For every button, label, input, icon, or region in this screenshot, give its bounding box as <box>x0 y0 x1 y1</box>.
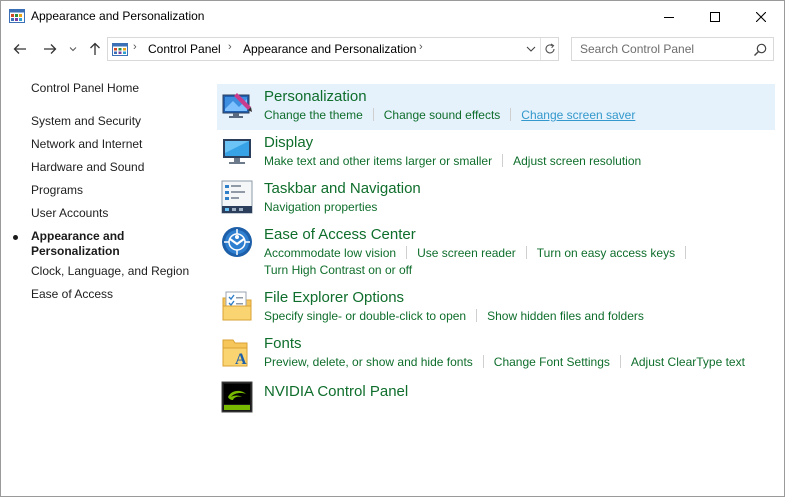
refresh-icon <box>545 43 555 54</box>
left-nav-network-internet[interactable]: Network and Internet <box>31 137 142 152</box>
chevron-down-icon <box>526 46 536 52</box>
category-personalization[interactable]: Personalization Change the theme Change s… <box>217 84 775 130</box>
search-box[interactable] <box>571 37 774 61</box>
svg-text:A: A <box>235 351 247 368</box>
breadcrumb-control-panel[interactable]: Control Panel <box>148 42 221 56</box>
category-ease-of-access-center[interactable]: Ease of Access Center Accommodate low vi… <box>217 222 775 284</box>
title-bar[interactable]: Appearance and Personalization <box>1 1 784 32</box>
address-bar[interactable]: › Control Panel › Appearance and Persona… <box>107 37 559 61</box>
left-nav-current-line2: Personalization <box>31 244 120 258</box>
refresh-button[interactable] <box>540 38 559 60</box>
fonts-title[interactable]: Fonts <box>264 335 302 352</box>
maximize-icon <box>710 11 720 22</box>
left-nav-current-line1: Appearance and <box>31 229 125 243</box>
up-arrow-icon <box>90 42 100 55</box>
link-divider <box>372 108 374 121</box>
left-nav-clock-language-region[interactable]: Clock, Language, and Region <box>31 264 189 279</box>
change-font-settings-link[interactable]: Change Font Settings <box>494 355 610 369</box>
fonts-links: Preview, delete, or show and hide fonts C… <box>264 355 745 370</box>
back-button[interactable] <box>9 38 31 60</box>
close-button[interactable] <box>738 1 784 32</box>
change-theme-link[interactable]: Change the theme <box>264 108 363 122</box>
easy-access-keys-link[interactable]: Turn on easy access keys <box>537 246 675 260</box>
ease-of-access-icon[interactable] <box>221 226 253 258</box>
link-divider <box>482 355 484 368</box>
link-divider <box>685 246 687 259</box>
nvidia-control-panel-title[interactable]: NVIDIA Control Panel <box>264 383 408 400</box>
change-screen-saver-link[interactable]: Change screen saver <box>521 108 635 122</box>
personalization-title[interactable]: Personalization <box>264 88 367 105</box>
link-divider <box>619 355 621 368</box>
personalization-icon[interactable] <box>221 89 253 121</box>
file-explorer-options-title[interactable]: File Explorer Options <box>264 289 404 306</box>
chevron-down-icon <box>69 47 77 52</box>
link-divider <box>525 246 527 259</box>
left-nav-programs[interactable]: Programs <box>31 183 83 198</box>
display-links: Make text and other items larger or smal… <box>264 154 641 169</box>
preview-fonts-link[interactable]: Preview, delete, or show and hide fonts <box>264 355 473 369</box>
control-panel-icon <box>9 9 25 23</box>
category-fonts[interactable]: A Fonts Preview, delete, or show and hid… <box>217 331 775 377</box>
taskbar-navigation-links: Navigation properties <box>264 200 377 215</box>
personalization-links: Change the theme Change sound effects Chan… <box>264 108 635 123</box>
current-page-bullet-icon <box>13 235 18 240</box>
single-double-click-link[interactable]: Specify single- or double-click to open <box>264 309 466 323</box>
search-input[interactable] <box>572 38 747 60</box>
ease-of-access-links-row2: Turn High Contrast on or off <box>264 263 412 278</box>
breadcrumb-appearance-personalization[interactable]: Appearance and Personalization <box>243 42 416 56</box>
left-nav-hardware-sound[interactable]: Hardware and Sound <box>31 160 144 175</box>
ease-of-access-links-row1: Accommodate low vision Use screen reader T… <box>264 246 696 261</box>
left-nav-control-panel-home[interactable]: Control Panel Home <box>31 81 139 96</box>
left-nav-ease-of-access[interactable]: Ease of Access <box>31 287 113 302</box>
close-icon <box>756 11 766 22</box>
accommodate-low-vision-link[interactable]: Accommodate low vision <box>264 246 396 260</box>
category-nvidia-control-panel[interactable]: NVIDIA Control Panel <box>217 377 775 417</box>
address-history-button[interactable] <box>522 38 540 60</box>
category-display[interactable]: Display Make text and other items larger… <box>217 130 775 176</box>
category-file-explorer-options[interactable]: File Explorer Options Specify single- or… <box>217 285 775 331</box>
show-hidden-files-link[interactable]: Show hidden files and folders <box>487 309 644 323</box>
taskbar-navigation-title[interactable]: Taskbar and Navigation <box>264 180 421 197</box>
left-nav-user-accounts[interactable]: User Accounts <box>31 206 108 221</box>
adjust-cleartype-link[interactable]: Adjust ClearType text <box>631 355 745 369</box>
minimize-button[interactable] <box>646 1 692 32</box>
link-divider <box>510 108 512 121</box>
ease-of-access-center-title[interactable]: Ease of Access Center <box>264 226 416 243</box>
breadcrumb-separator-icon[interactable]: › <box>133 41 137 53</box>
category-taskbar-navigation[interactable]: Taskbar and Navigation Navigation proper… <box>217 176 775 222</box>
adjust-resolution-link[interactable]: Adjust screen resolution <box>513 154 641 168</box>
nvidia-icon[interactable] <box>221 381 253 413</box>
fonts-icon[interactable]: A <box>221 336 253 368</box>
window-title: Appearance and Personalization <box>31 9 205 23</box>
back-arrow-icon <box>13 44 26 54</box>
display-icon[interactable] <box>221 135 253 167</box>
maximize-button[interactable] <box>692 1 738 32</box>
forward-arrow-icon <box>44 44 57 54</box>
text-size-link[interactable]: Make text and other items larger or smal… <box>264 154 492 168</box>
link-divider <box>406 246 408 259</box>
minimize-icon <box>664 16 674 18</box>
breadcrumb-separator-icon[interactable]: › <box>419 41 423 53</box>
breadcrumb-separator-icon[interactable]: › <box>228 41 232 53</box>
display-title[interactable]: Display <box>264 134 313 151</box>
navigation-bar: › Control Panel › Appearance and Persona… <box>1 35 784 63</box>
control-panel-icon <box>112 43 128 56</box>
forward-button[interactable] <box>39 38 61 60</box>
folder-options-icon[interactable] <box>221 290 253 322</box>
use-screen-reader-link[interactable]: Use screen reader <box>417 246 516 260</box>
change-sound-effects-link[interactable]: Change sound effects <box>384 108 501 122</box>
up-button[interactable] <box>84 38 106 60</box>
file-explorer-options-links: Specify single- or double-click to open S… <box>264 309 644 324</box>
recent-locations-button[interactable] <box>67 38 79 60</box>
control-panel-window: Appearance and Personalization › Control… <box>0 0 785 497</box>
taskbar-icon[interactable] <box>221 180 253 214</box>
navigation-properties-link[interactable]: Navigation properties <box>264 200 377 214</box>
left-nav-system-security[interactable]: System and Security <box>31 114 141 129</box>
link-divider <box>502 154 504 167</box>
link-divider <box>476 309 478 322</box>
search-icon[interactable] <box>752 42 768 58</box>
high-contrast-link[interactable]: Turn High Contrast on or off <box>264 263 412 277</box>
